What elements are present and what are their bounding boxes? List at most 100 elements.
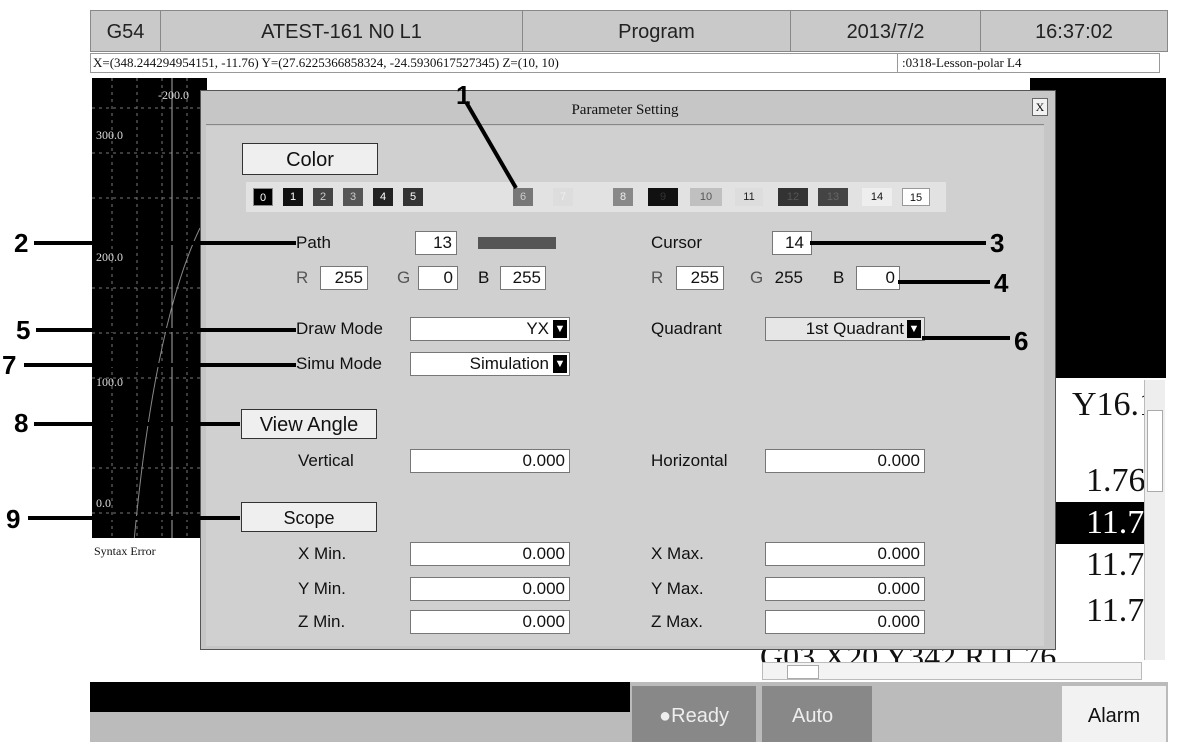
color-swatch-13[interactable]: 13: [818, 188, 848, 206]
y-tick-label: 100.0: [96, 375, 123, 389]
callout-line: [464, 100, 518, 190]
coordinates-text: X=(348.244294954151, -11.76) Y=(27.62253…: [93, 55, 559, 70]
simu-mode-label: Simu Mode: [296, 354, 382, 373]
path-g-label: G: [397, 268, 411, 287]
path-g-field[interactable]: 0: [418, 266, 458, 290]
color-swatch-15[interactable]: 15: [902, 188, 930, 206]
cursor-label: Cursor: [651, 233, 703, 252]
callout-line: [34, 422, 240, 426]
callout-line: [36, 328, 296, 332]
path-label: Path: [296, 233, 331, 252]
callout-line: [898, 280, 990, 284]
cursor-b-label: B: [833, 268, 845, 287]
program-line: 11.76.: [1086, 592, 1144, 629]
color-swatch-1[interactable]: 1: [283, 188, 303, 206]
dropdown-arrow-icon[interactable]: ▼: [907, 320, 921, 338]
y-min-label: Y Min.: [298, 579, 346, 598]
callout-number: 3: [990, 228, 1005, 258]
simu-mode-select[interactable]: Simulation: [410, 352, 570, 376]
vertical-scrollbar[interactable]: [1144, 380, 1165, 660]
z-min-field[interactable]: 0.000: [410, 610, 570, 634]
callout-number: 8: [14, 408, 29, 438]
path-color-field[interactable]: 13: [415, 231, 457, 255]
color-swatch-9[interactable]: 9: [648, 188, 678, 206]
horizontal-scrollbar[interactable]: [762, 662, 1142, 680]
close-button[interactable]: X: [1032, 98, 1048, 116]
color-swatch-2[interactable]: 2: [313, 188, 333, 206]
x-max-label: X Max.: [651, 544, 704, 563]
y-max-field[interactable]: 0.000: [765, 577, 925, 601]
scroll-thumb[interactable]: [1147, 410, 1163, 492]
quadrant-select[interactable]: 1st Quadrant: [765, 317, 925, 341]
cursor-r-label: R: [651, 268, 664, 287]
vertical-label: Vertical: [298, 451, 354, 470]
draw-mode-select[interactable]: YX: [410, 317, 570, 341]
horizontal-label: Horizontal: [651, 451, 728, 470]
alarm-button[interactable]: Alarm: [1062, 686, 1166, 742]
scope-button[interactable]: Scope: [241, 502, 377, 532]
cursor-b-field[interactable]: 0: [856, 266, 900, 290]
program-name: ATEST-161 N0 L1: [161, 11, 523, 51]
path-b-label: B: [478, 268, 490, 287]
z-min-label: Z Min.: [298, 612, 346, 631]
x-tick-label: -200.0: [158, 88, 189, 102]
callout-number: 9: [6, 504, 21, 534]
path-r-field[interactable]: 255: [320, 266, 368, 290]
y-min-field[interactable]: 0.000: [410, 577, 570, 601]
y-tick-label: 300.0: [96, 128, 123, 142]
x-min-field[interactable]: 0.000: [410, 542, 570, 566]
message-area: [90, 682, 630, 712]
coordinate-system: G54: [91, 11, 161, 51]
color-swatch-7[interactable]: 7: [553, 188, 573, 206]
auto-button[interactable]: Auto: [762, 686, 872, 742]
callout-line: [34, 241, 296, 245]
program-line: Y16.1:: [1072, 386, 1144, 423]
quadrant-label: Quadrant: [651, 319, 722, 338]
dropdown-arrow-icon[interactable]: ▼: [553, 320, 567, 338]
time: 16:37:02: [1035, 21, 1113, 43]
color-swatch-5[interactable]: 5: [403, 188, 423, 206]
y-tick-label: 0.0: [96, 496, 111, 510]
x-max-field[interactable]: 0.000: [765, 542, 925, 566]
callout-number: 2: [14, 228, 29, 258]
vertical-field[interactable]: 0.000: [410, 449, 570, 473]
status-bar: G54 ATEST-161 N0 L1 Program 2013/7/2 16:…: [90, 10, 1168, 52]
y-max-label: Y Max.: [651, 579, 704, 598]
path-b-field[interactable]: 255: [500, 266, 546, 290]
program-line: 1.76;: [1086, 462, 1144, 499]
x-min-label: X Min.: [298, 544, 347, 563]
z-max-label: Z Max.: [651, 612, 703, 631]
color-swatch-3[interactable]: 3: [343, 188, 363, 206]
program-line: 11.76.: [1086, 546, 1144, 583]
callout-number: 7: [2, 350, 17, 380]
callout-number: 5: [16, 315, 31, 345]
cursor-color-field[interactable]: 14: [772, 231, 812, 255]
path-r-label: R: [296, 268, 309, 287]
color-swatch-4[interactable]: 4: [373, 188, 393, 206]
color-swatch-14[interactable]: 14: [862, 188, 892, 206]
syntax-status: Syntax Error: [92, 538, 204, 564]
color-button[interactable]: Color: [242, 143, 378, 175]
color-swatch-11[interactable]: 11: [735, 188, 763, 206]
draw-mode-label: Draw Mode: [296, 319, 383, 338]
z-max-field[interactable]: 0.000: [765, 610, 925, 634]
simulation-plot[interactable]: -200.0 300.0 200.0 100.0 0.0: [92, 78, 207, 564]
color-swatch-8[interactable]: 8: [613, 188, 633, 206]
cursor-g-field[interactable]: 255: [768, 266, 808, 290]
callout-number: 6: [1014, 326, 1029, 356]
color-swatch-6[interactable]: 6: [513, 188, 533, 206]
file-name: :0318-Lesson-polar L4: [897, 54, 1022, 72]
cursor-r-field[interactable]: 255: [676, 266, 724, 290]
callout-number: 4: [994, 268, 1009, 298]
plot-grid: [92, 78, 207, 564]
ready-button[interactable]: ●Ready: [632, 686, 756, 742]
callout-line: [28, 516, 240, 520]
dropdown-arrow-icon[interactable]: ▼: [553, 355, 567, 373]
scroll-thumb[interactable]: [787, 665, 819, 679]
view-angle-button[interactable]: View Angle: [241, 409, 377, 439]
horizontal-field[interactable]: 0.000: [765, 449, 925, 473]
color-swatch-0[interactable]: 0: [253, 188, 273, 206]
color-swatch-10[interactable]: 10: [690, 188, 722, 206]
callout-line: [922, 336, 1010, 340]
color-swatch-12[interactable]: 12: [778, 188, 808, 206]
